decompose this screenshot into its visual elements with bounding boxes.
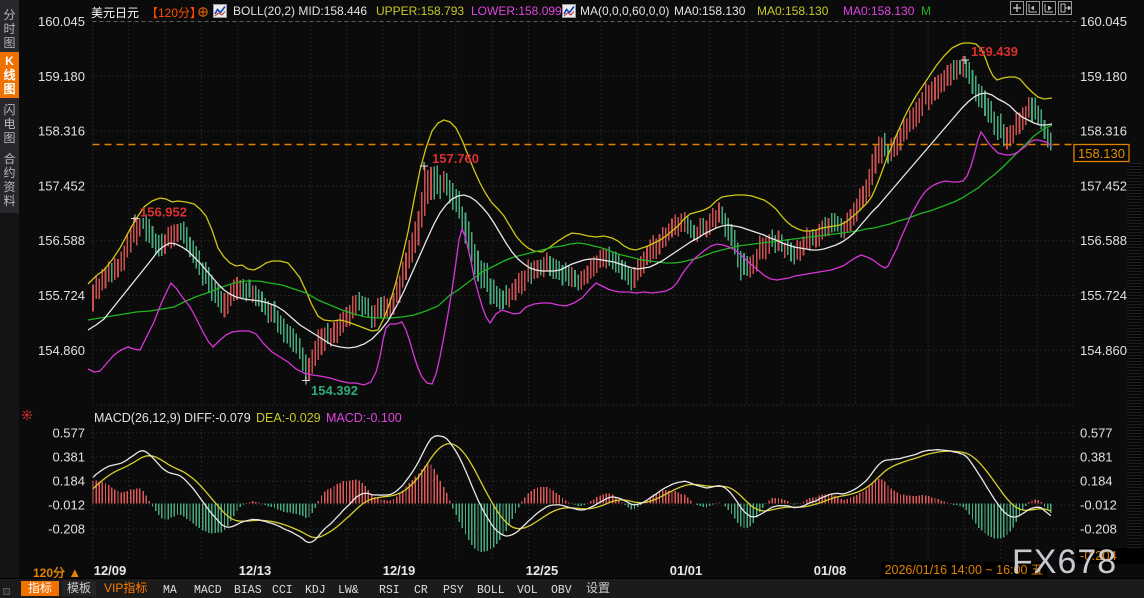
svg-text:154.860: 154.860 [1080,343,1127,358]
svg-text:154.392: 154.392 [311,383,358,398]
svg-text:159.180: 159.180 [38,69,85,84]
svg-text:155.724: 155.724 [1080,288,1127,303]
svg-text:156.588: 156.588 [38,233,85,248]
svg-text:158.316: 158.316 [38,124,85,139]
svg-text:0.184: 0.184 [52,474,85,489]
svg-text:0.381: 0.381 [1080,450,1113,465]
svg-text:12/19: 12/19 [383,563,416,578]
svg-text:157.452: 157.452 [1080,178,1127,193]
svg-text:157.760: 157.760 [432,151,479,166]
svg-text:157.452: 157.452 [38,178,85,193]
svg-text:156.952: 156.952 [140,205,187,220]
svg-text:-0.208: -0.208 [48,522,85,537]
svg-text:01/01: 01/01 [670,563,703,578]
svg-text:01/08: 01/08 [814,563,847,578]
svg-text:0.184: 0.184 [1080,474,1113,489]
svg-text:158.130: 158.130 [1078,146,1125,161]
svg-text:159.439: 159.439 [971,44,1018,59]
svg-text:0.577: 0.577 [1080,426,1113,441]
svg-text:-0.208: -0.208 [1080,522,1117,537]
svg-text:156.588: 156.588 [1080,233,1127,248]
svg-text:12/13: 12/13 [239,563,272,578]
svg-text:155.724: 155.724 [38,288,85,303]
svg-text:159.180: 159.180 [1080,69,1127,84]
svg-text:154.860: 154.860 [38,343,85,358]
svg-text:158.316: 158.316 [1080,124,1127,139]
svg-text:0.381: 0.381 [52,450,85,465]
svg-text:-0.012: -0.012 [1080,498,1117,513]
svg-text:12/09: 12/09 [94,563,127,578]
svg-text:-0.012: -0.012 [48,498,85,513]
svg-text:0.577: 0.577 [52,426,85,441]
svg-text:12/25: 12/25 [526,563,559,578]
